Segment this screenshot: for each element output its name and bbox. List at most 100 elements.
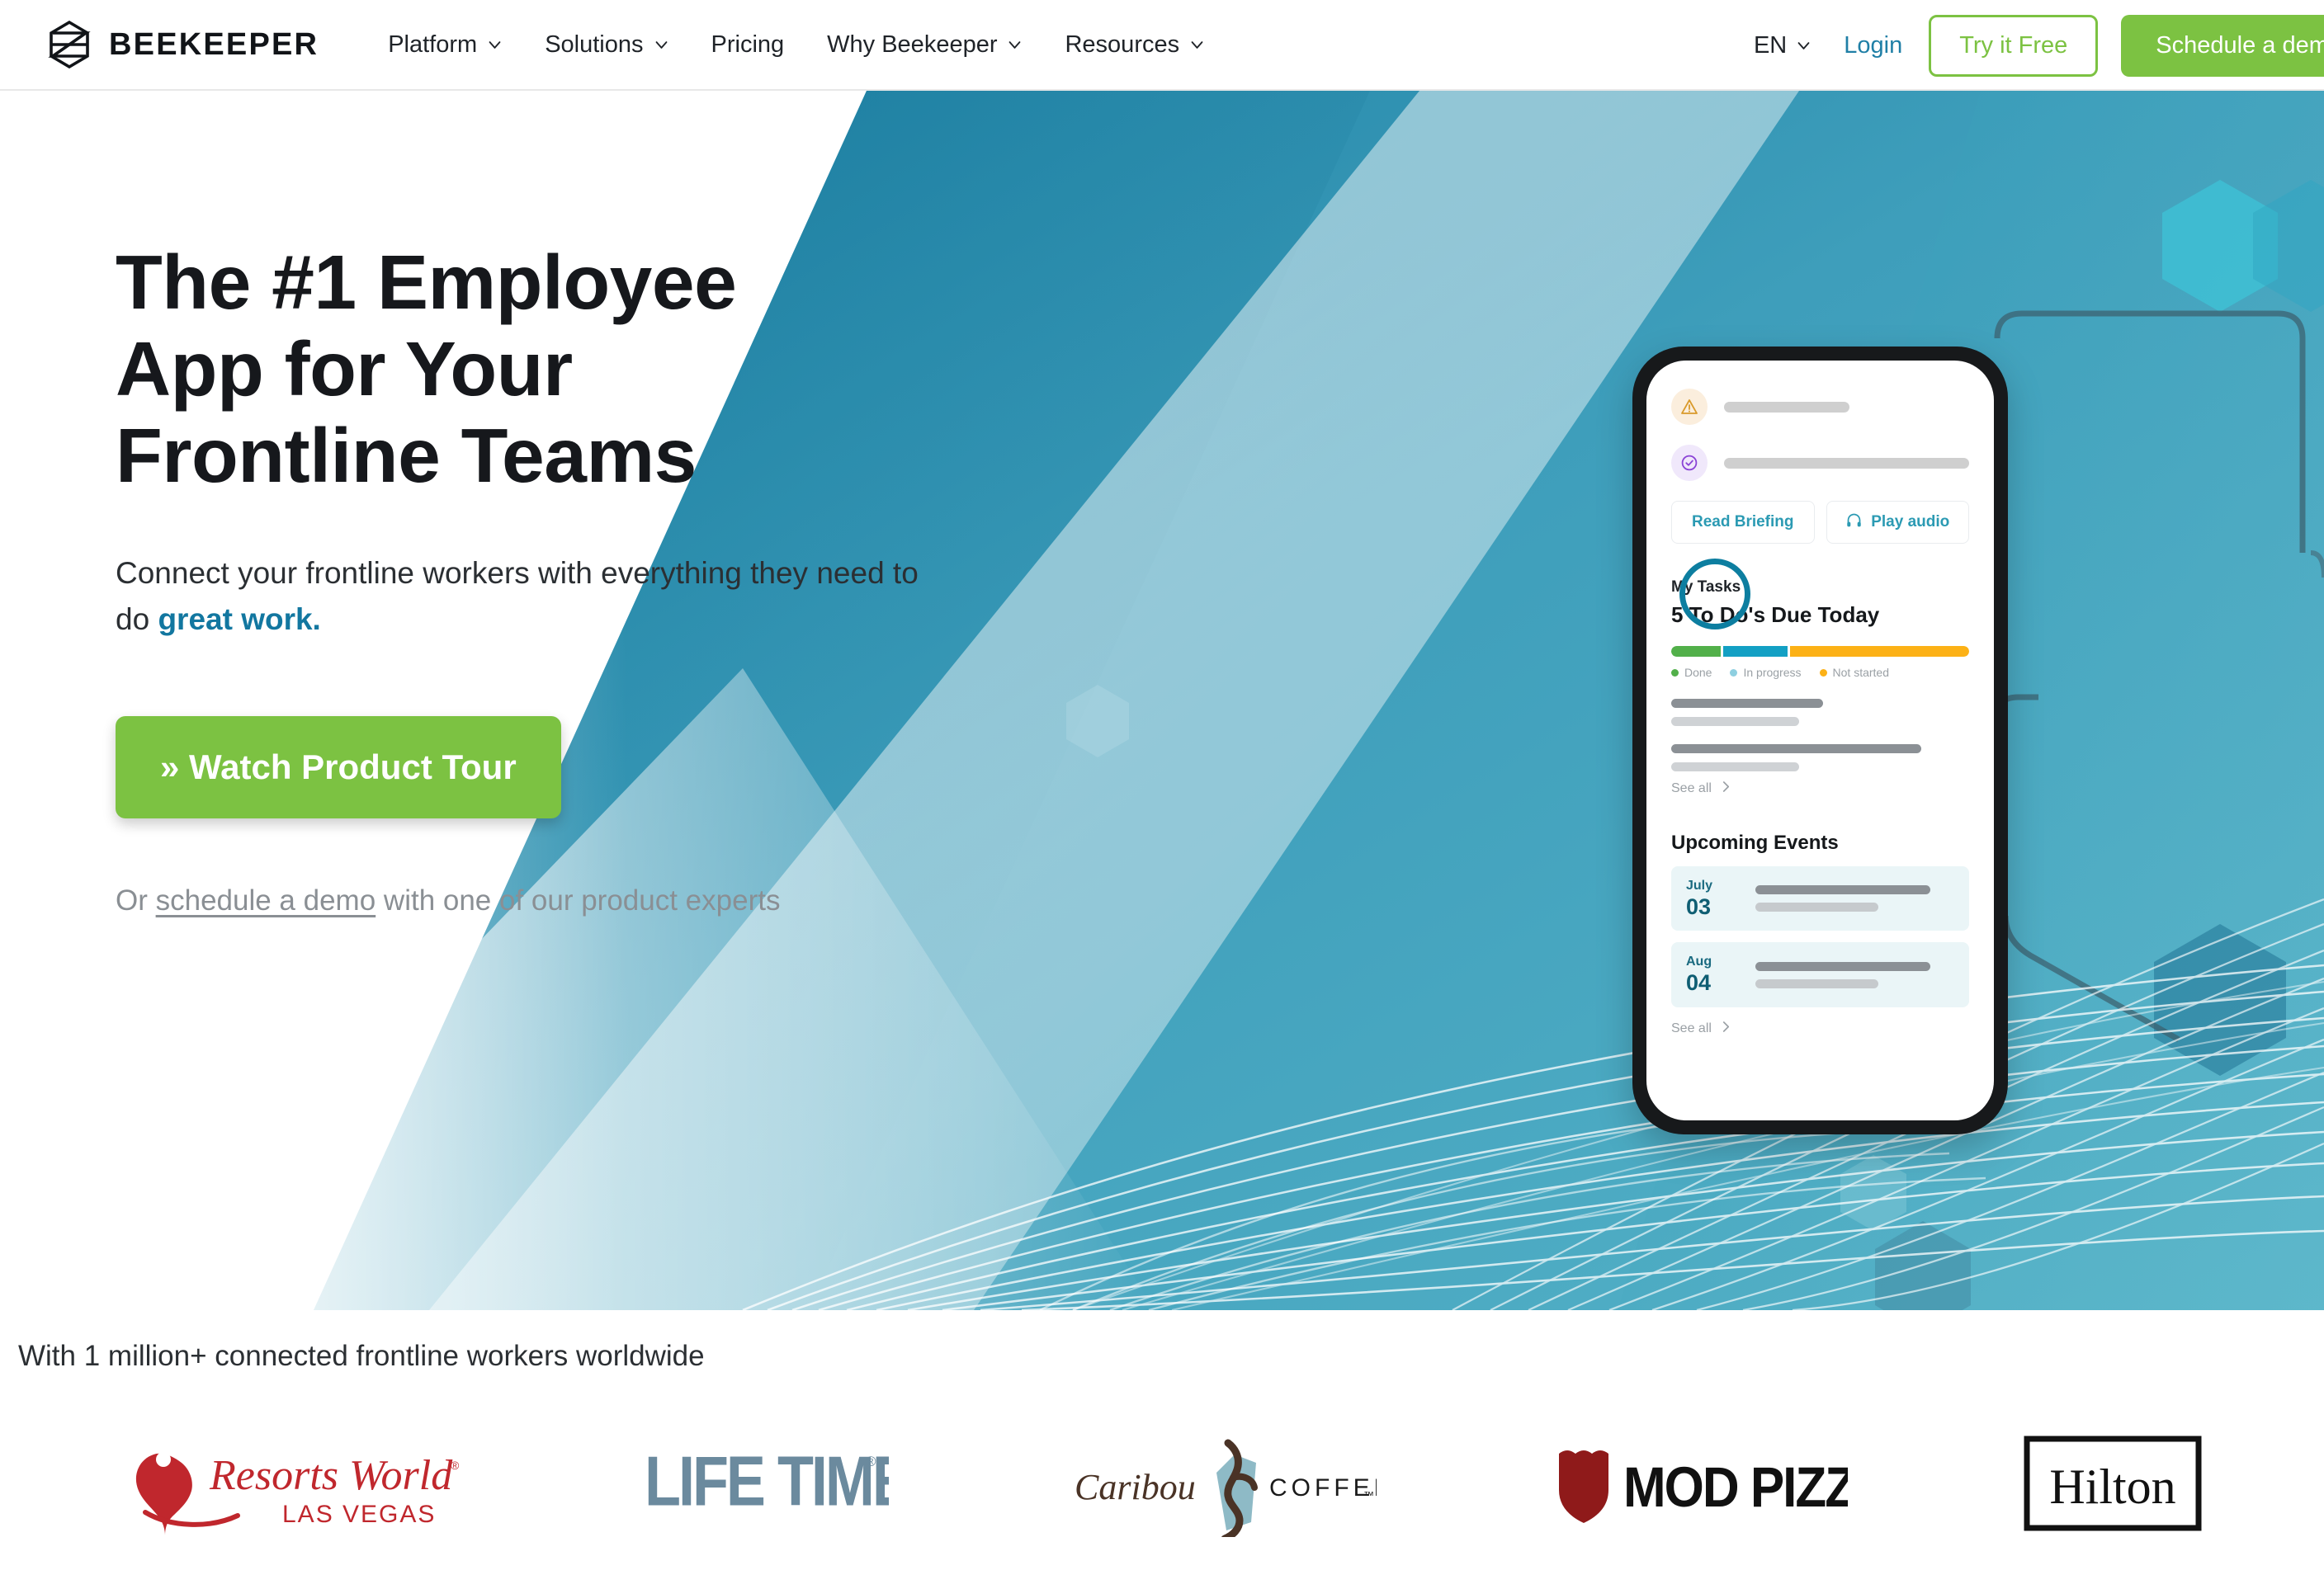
try-it-free-button[interactable]: Try it Free: [1929, 14, 2099, 77]
logo-text: Hilton: [2050, 1459, 2176, 1514]
notification-text-placeholder: [1724, 457, 1969, 469]
event-text-placeholder: [1755, 961, 1954, 988]
language-label: EN: [1753, 31, 1788, 59]
logo-text: LIFE TIME: [645, 1442, 889, 1521]
task-line: [1671, 699, 1824, 708]
event-date: July 03: [1686, 878, 1737, 919]
nav-item-platform[interactable]: Platform: [366, 23, 523, 67]
progress-segment-done: [1671, 646, 1722, 657]
logo-text: Caribou: [1075, 1467, 1196, 1507]
event-date: Aug 04: [1686, 954, 1737, 995]
logo-text: Resorts World: [209, 1452, 453, 1499]
nav-item-label: Pricing: [711, 31, 785, 58]
event-text-placeholder: [1755, 885, 1954, 912]
tasks-legend: Done In progress Not started: [1671, 666, 1969, 679]
svg-text:®: ®: [451, 1459, 460, 1472]
event-day: 03: [1686, 894, 1712, 919]
hero-copy: The #1 Employee App for Your Frontline T…: [116, 239, 1040, 917]
primary-nav: Platform Solutions Pricing Why Beekeeper…: [366, 23, 1226, 67]
legend-item: In progress: [1730, 666, 1802, 679]
event-month: July: [1686, 879, 1713, 893]
chevron-down-icon: [1190, 38, 1204, 52]
chevron-down-icon: [1797, 39, 1811, 53]
briefing-actions: Read Briefing Play audio: [1671, 501, 1969, 544]
legend-dot-not-started: [1819, 668, 1827, 677]
brand-logo[interactable]: BEEKEEPER: [48, 20, 319, 69]
legend-label: Not started: [1832, 666, 1889, 679]
hero-title-line-2: App for Your: [116, 326, 573, 413]
my-tasks-label: My Tasks: [1671, 578, 1741, 596]
event-card[interactable]: Aug 04: [1671, 942, 1969, 1007]
top-navigation-bar: BEEKEEPER Platform Solutions Pricing Why…: [0, 0, 2324, 91]
play-audio-button[interactable]: Play audio: [1826, 501, 1969, 544]
phone-screen: Read Briefing Play audio My Tasks 5 To D…: [1646, 361, 1994, 1120]
logo-resorts-world-las-vegas: Resorts World LAS VEGAS ®: [120, 1422, 467, 1545]
nav-item-resources[interactable]: Resources: [1043, 23, 1226, 67]
nav-item-solutions[interactable]: Solutions: [523, 23, 689, 67]
event-title-placeholder: [1755, 961, 1931, 971]
read-briefing-button[interactable]: Read Briefing: [1671, 501, 1815, 544]
chevron-down-icon: [654, 38, 668, 52]
event-subtitle-placeholder: [1755, 978, 1879, 988]
task-list-placeholders: [1671, 699, 1969, 771]
nav-item-why-beekeeper[interactable]: Why Beekeeper: [805, 23, 1043, 67]
customer-logo-strip: Resorts World LAS VEGAS ® LIFE TIME ® Ca…: [0, 1422, 2324, 1545]
play-audio-label: Play audio: [1871, 513, 1950, 530]
legend-item: Not started: [1819, 666, 1889, 679]
notification-row[interactable]: [1671, 389, 1969, 425]
login-link[interactable]: Login: [1834, 26, 1912, 66]
legend-dot-done: [1671, 668, 1679, 677]
social-proof-section: With 1 million+ connected frontline work…: [0, 1310, 2324, 1589]
event-day: 04: [1686, 970, 1712, 996]
tasks-headline: 5 To Do's Due Today: [1671, 602, 1880, 627]
events-see-all-link[interactable]: See all: [1671, 1021, 1969, 1037]
nav-item-label: Platform: [388, 31, 478, 58]
event-subtitle-placeholder: [1755, 903, 1879, 912]
legend-label: In progress: [1743, 666, 1802, 679]
upcoming-events-title: Upcoming Events: [1671, 832, 1839, 854]
notification-row[interactable]: [1671, 445, 1969, 481]
logo-subtext: LAS VEGAS: [282, 1501, 436, 1528]
task-line: [1671, 717, 1800, 726]
see-all-label: See all: [1671, 1021, 1712, 1035]
watch-product-tour-button[interactable]: » Watch Product Tour: [116, 715, 561, 818]
warning-triangle-icon: [1671, 389, 1708, 425]
svg-text:®: ®: [866, 1454, 876, 1469]
nav-item-pricing[interactable]: Pricing: [690, 23, 806, 67]
nav-actions: EN Login Try it Free Schedule a demo: [1745, 0, 2324, 91]
nav-item-label: Resources: [1065, 31, 1180, 58]
progress-segment-not-started: [1790, 646, 1969, 657]
schedule-a-demo-button[interactable]: Schedule a demo: [2121, 14, 2324, 77]
hero-subtitle-highlight: great work.: [158, 602, 321, 637]
chevron-right-icon: [1722, 1021, 1731, 1037]
chevron-right-icon: [1722, 780, 1731, 797]
nav-item-label: Solutions: [545, 31, 644, 58]
social-proof-caption: With 1 million+ connected frontline work…: [18, 1340, 705, 1372]
see-all-label: See all: [1671, 781, 1712, 795]
hero-subtitle: Connect your frontline workers with ever…: [116, 550, 957, 643]
check-circle-icon: [1671, 445, 1708, 481]
schedule-a-demo-link[interactable]: schedule a demo: [156, 884, 376, 917]
schedule-demo-secondary-cta: Or schedule a demo with one of our produ…: [116, 884, 1040, 917]
logo-hilton: Hilton: [2022, 1422, 2204, 1545]
logo-subtext: COFFEE: [1269, 1474, 1377, 1502]
nav-item-label: Why Beekeeper: [827, 31, 998, 58]
tasks-see-all-link[interactable]: See all: [1671, 780, 1969, 797]
beekeeper-hexagon-logo-icon: [48, 20, 91, 69]
headphones-icon: [1845, 512, 1863, 534]
legend-label: Done: [1684, 666, 1712, 679]
sub-cta-prefix: Or: [116, 884, 156, 917]
svg-text:™: ™: [1363, 1489, 1374, 1502]
legend-item: Done: [1671, 666, 1712, 679]
tasks-progress-bar: [1671, 646, 1969, 657]
hero-title-line-1: The #1 Employee: [116, 239, 737, 325]
notification-text-placeholder: [1724, 401, 1849, 413]
progress-segment-in-progress: [1723, 646, 1788, 657]
event-month: Aug: [1686, 955, 1712, 969]
event-card[interactable]: July 03: [1671, 866, 1969, 931]
language-selector[interactable]: EN: [1745, 26, 1819, 66]
page-title: The #1 Employee App for Your Frontline T…: [116, 239, 1040, 499]
task-line: [1671, 762, 1800, 771]
hero-title-line-3: Frontline Teams: [116, 413, 697, 499]
chevron-down-icon: [488, 38, 502, 52]
